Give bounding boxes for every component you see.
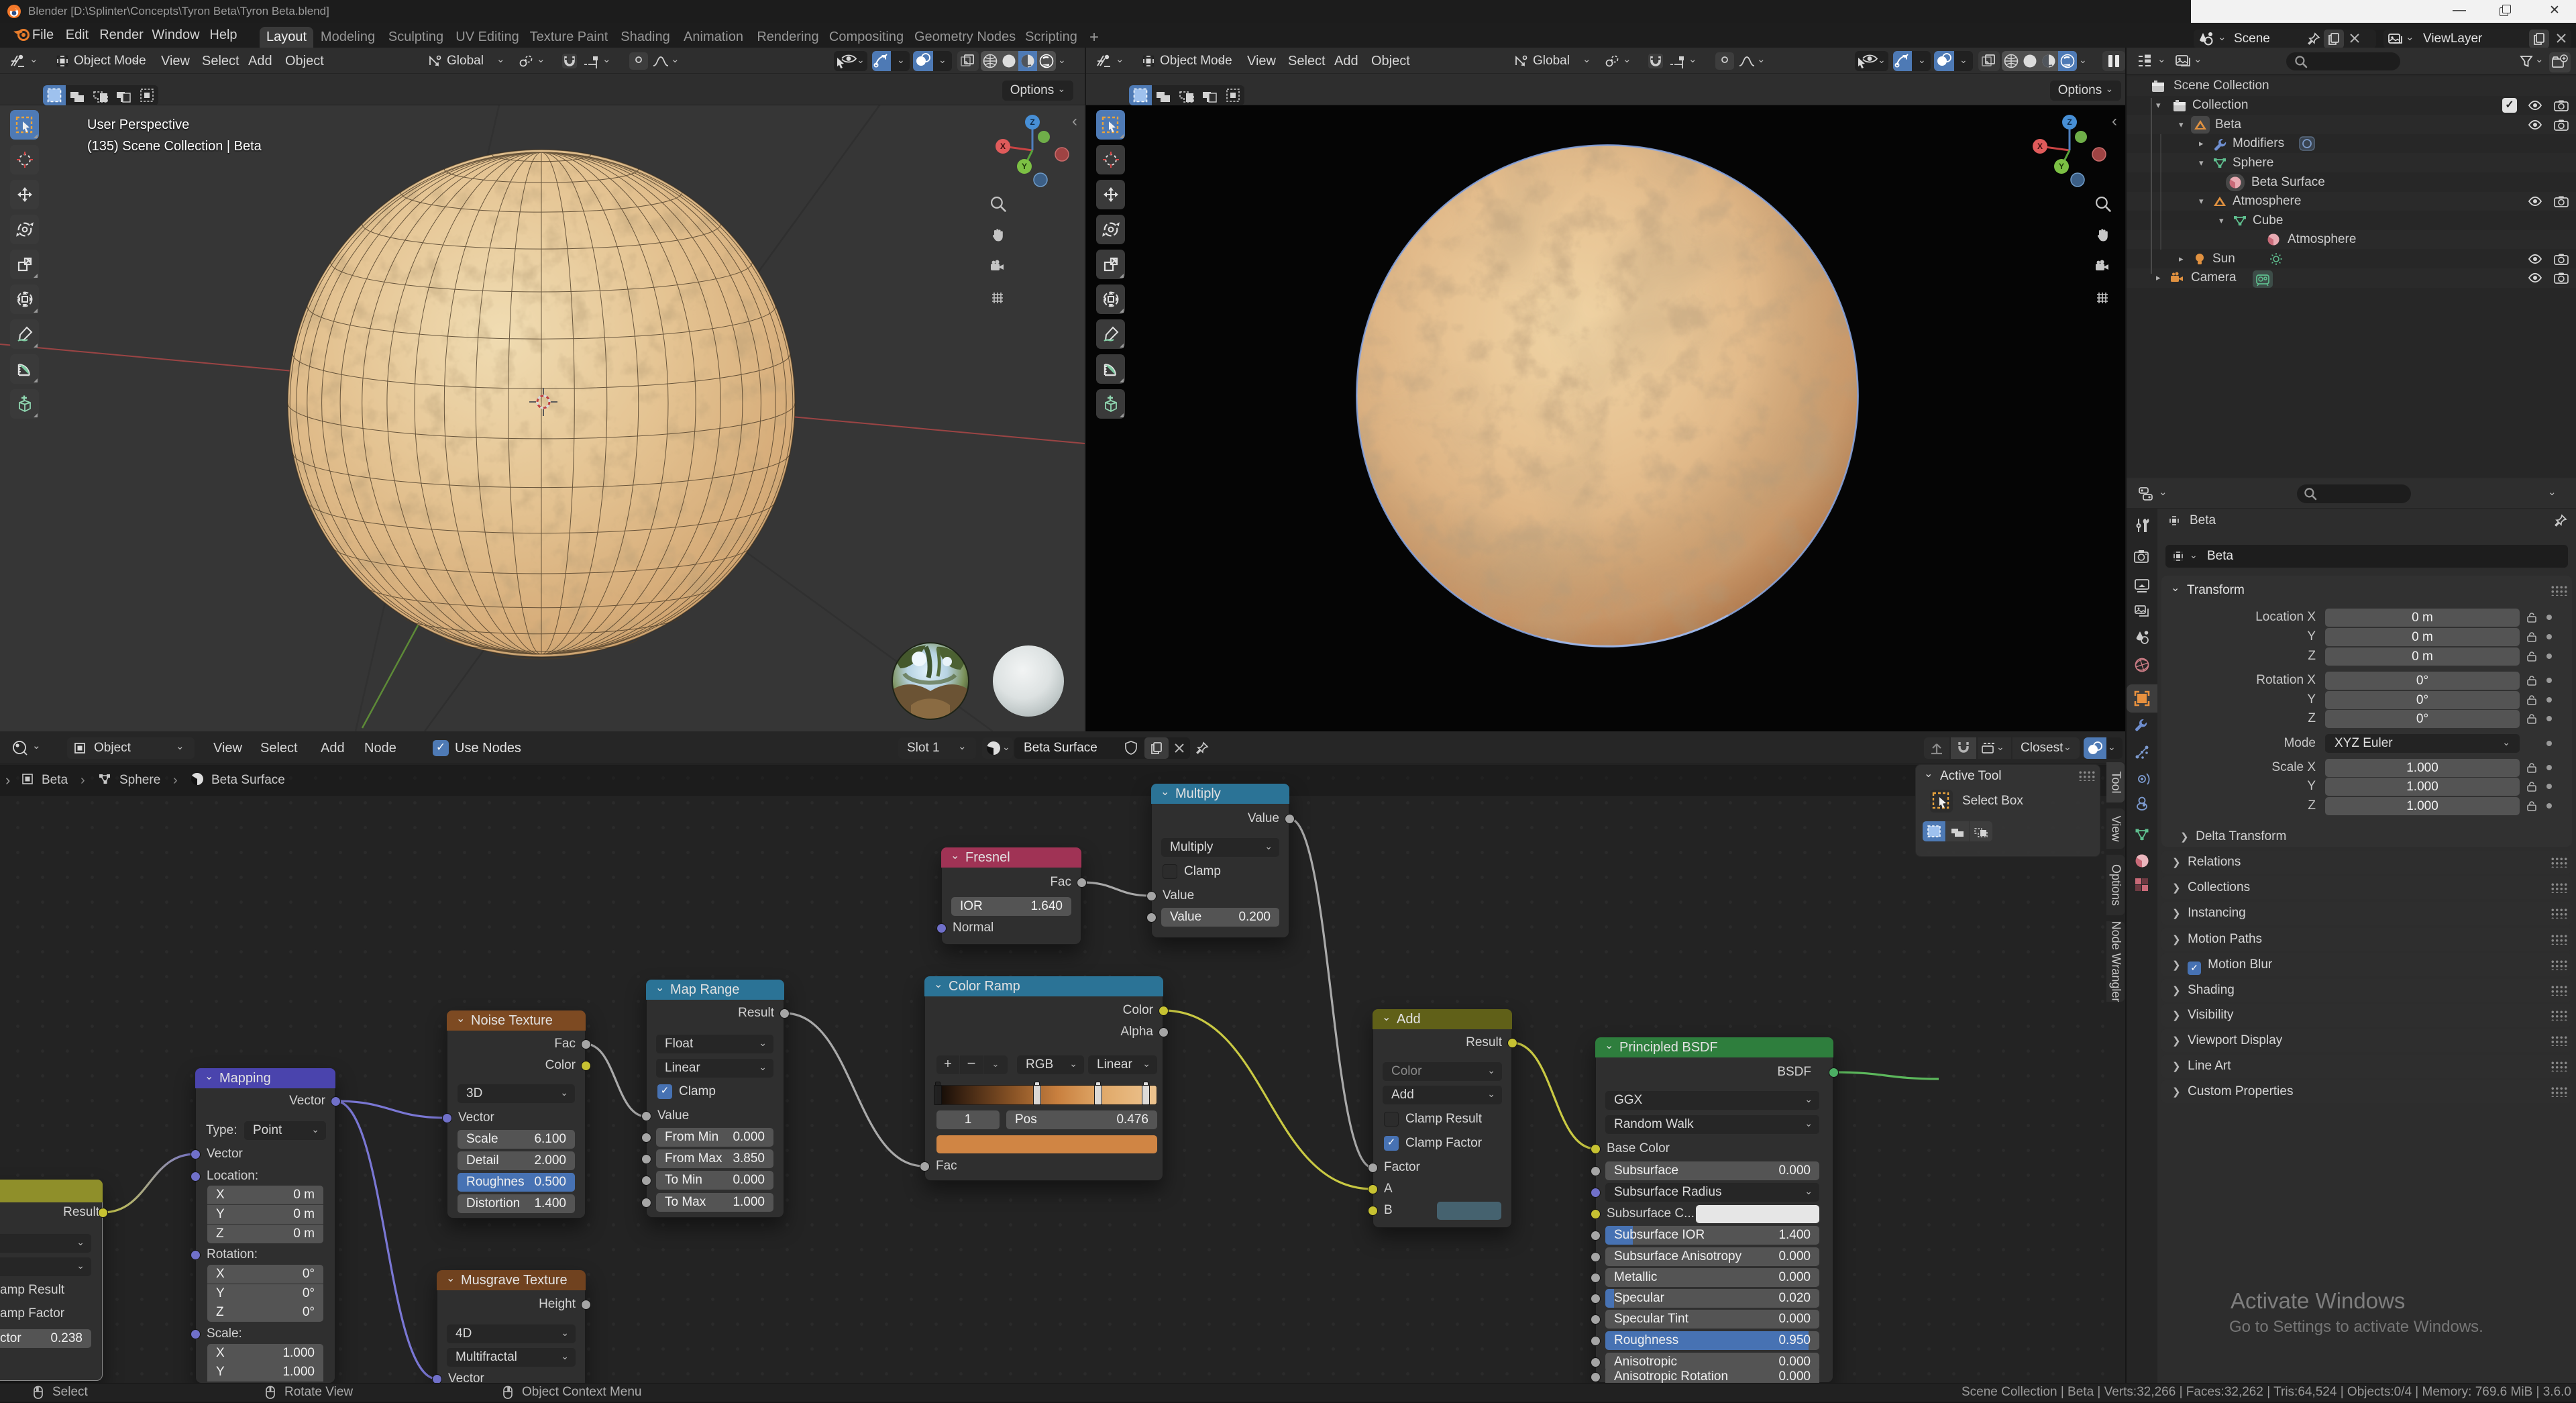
- svg-text:Y: Y: [2059, 162, 2064, 171]
- svg-text:Z: Z: [2067, 117, 2072, 127]
- svg-text:Z: Z: [1030, 117, 1034, 127]
- svg-text:Y: Y: [1022, 162, 1027, 171]
- svg-text:X: X: [2037, 142, 2043, 151]
- svg-text:X: X: [1000, 142, 1006, 151]
